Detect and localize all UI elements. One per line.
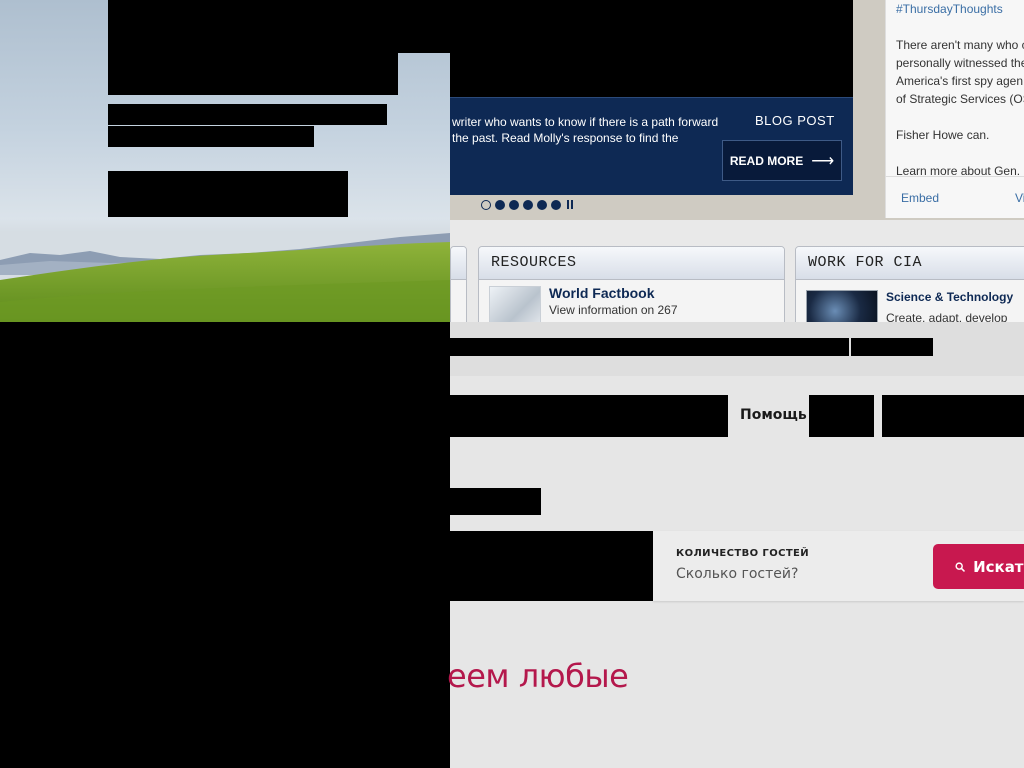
- content-box-header: [451, 247, 466, 280]
- work-for-cia-box-title: WORK FOR CIA: [796, 247, 1024, 280]
- green-field-illustration: [0, 242, 450, 322]
- slider-dot[interactable]: [551, 200, 561, 210]
- tweet-line: America's first spy agen: [896, 74, 1024, 88]
- redaction-block: [851, 338, 933, 356]
- world-factbook-description: View information on 267: [549, 303, 678, 317]
- search-icon: [955, 561, 965, 572]
- slider-dot[interactable]: [495, 200, 505, 210]
- blog-post-tag: BLOG POST: [755, 113, 835, 128]
- slider-pagination: [481, 200, 575, 210]
- slider-dot[interactable]: [509, 200, 519, 210]
- slide-image[interactable]: [450, 0, 853, 97]
- content-box: [450, 246, 467, 326]
- slider-dot[interactable]: [481, 200, 491, 210]
- redaction-block: [108, 126, 314, 147]
- tweet-line: Fisher Howe can.: [896, 128, 990, 142]
- redaction-block: [108, 104, 387, 125]
- redaction-block: [0, 322, 450, 768]
- nav-help-link[interactable]: Помощь: [740, 407, 807, 423]
- redaction-block: [809, 395, 874, 437]
- tweet-hashtag[interactable]: #ThursdayThoughts: [896, 0, 1024, 18]
- tweet-line: Learn more about Gen.: [896, 164, 1021, 178]
- tweet-line: personally witnessed the: [896, 56, 1024, 70]
- redaction-block: [450, 395, 728, 437]
- slide-caption-line-2: the past. Read Molly's response to find …: [452, 131, 679, 145]
- slide-caption-line-1: writer who wants to know if there is a p…: [452, 115, 719, 129]
- tweet-line: There aren't many who c: [896, 38, 1024, 52]
- read-more-button[interactable]: READ MORE ⟶: [722, 140, 842, 181]
- tweet-divider: [885, 176, 1024, 177]
- tweet-text: #ThursdayThoughts There aren't many who …: [896, 0, 1024, 180]
- redaction-block: [450, 531, 653, 601]
- redaction-block: [108, 171, 348, 217]
- redaction-block: [450, 338, 849, 356]
- search-button[interactable]: Искать: [933, 544, 1024, 589]
- guests-label: КОЛИЧЕСТВО ГОСТЕЙ: [676, 548, 810, 559]
- search-button-label: Искать: [973, 557, 1024, 576]
- arrow-right-icon: ⟶: [811, 152, 835, 170]
- pause-icon[interactable]: [567, 200, 575, 210]
- resources-box-title: RESOURCES: [479, 247, 784, 280]
- guests-input[interactable]: [676, 563, 916, 585]
- redaction-block: [450, 488, 541, 515]
- redaction-block: [108, 0, 398, 95]
- slider-dot[interactable]: [523, 200, 533, 210]
- embed-link[interactable]: Embed: [901, 191, 939, 205]
- science-technology-link[interactable]: Science & Technology: [886, 290, 1013, 304]
- slider-dot[interactable]: [537, 200, 547, 210]
- page-headline: еем любые: [447, 657, 629, 695]
- slide-caption: writer who wants to know if there is a p…: [452, 114, 722, 146]
- world-factbook-link[interactable]: World Factbook: [549, 285, 655, 301]
- view-link[interactable]: Vi: [1015, 191, 1024, 205]
- redaction-block: [882, 395, 1024, 437]
- read-more-label: READ MORE: [729, 153, 804, 168]
- tweet-line: of Strategic Services (OS: [896, 92, 1024, 106]
- redaction-block: [398, 0, 450, 53]
